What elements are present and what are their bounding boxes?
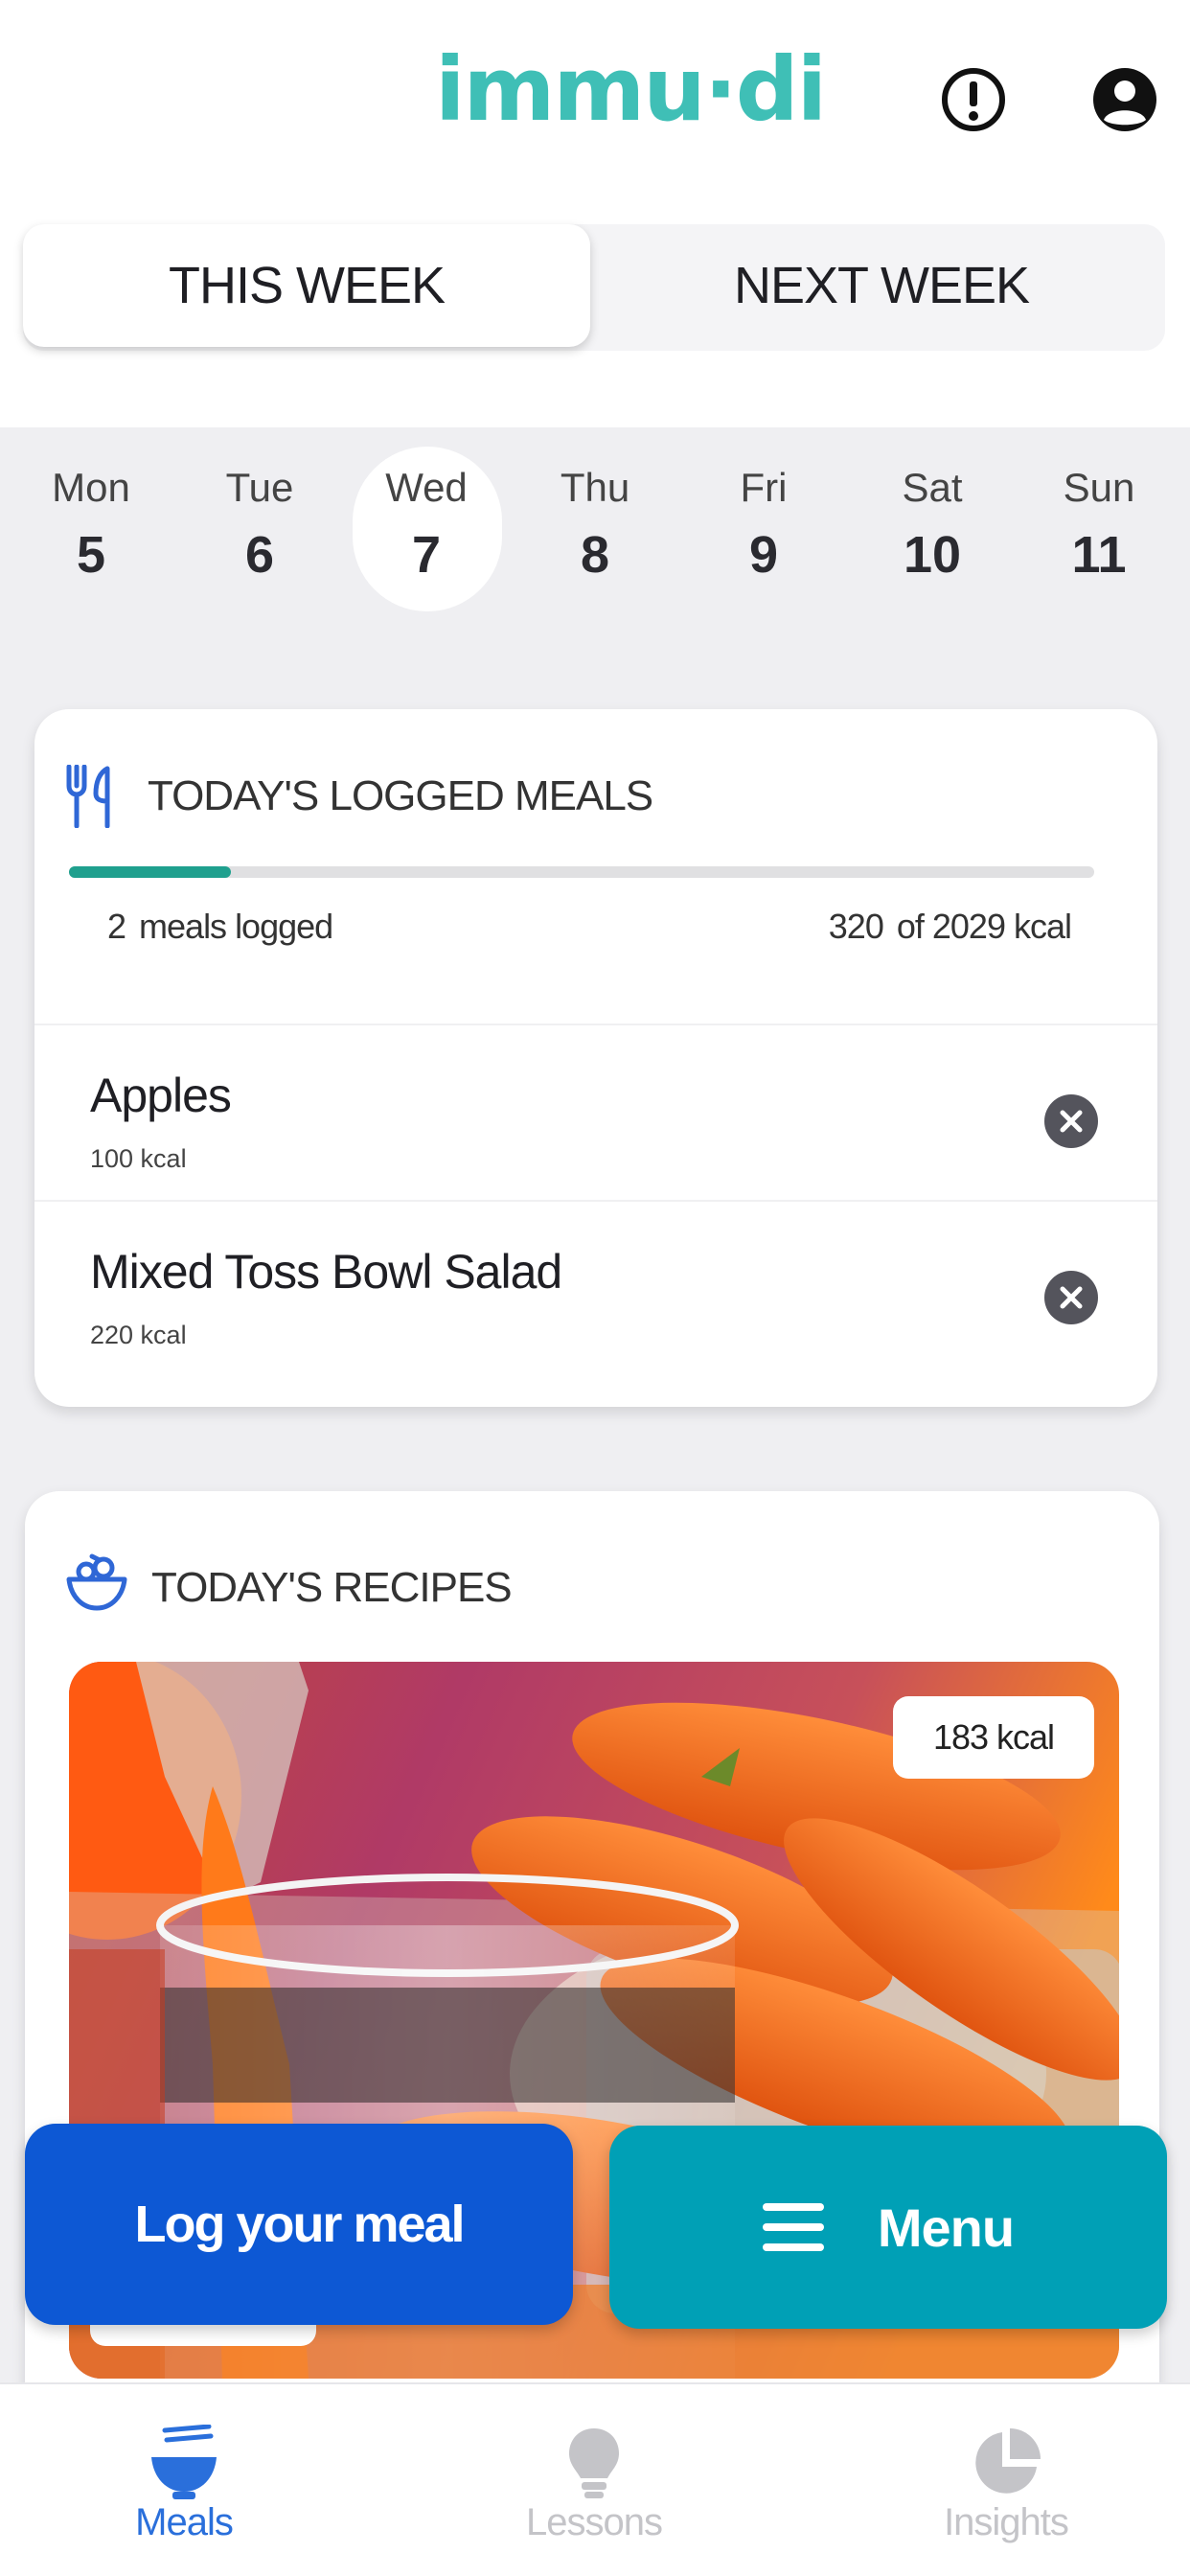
day-sun[interactable]: Sun 11 [1027, 465, 1171, 584]
list-item[interactable]: Mixed Toss Bowl Salad 220 kcal [34, 1200, 1157, 1376]
meals-count-text: 2 meals logged [107, 907, 333, 947]
nav-item-meals[interactable]: Meals [40, 2384, 328, 2576]
day-sat[interactable]: Sat 10 [860, 465, 1004, 584]
kcal-summary-text: 320 of 2029 kcal [828, 907, 1072, 947]
nav-label-insights: Insights [944, 2501, 1069, 2543]
bowl-icon [151, 2425, 217, 2499]
app-header: immu·di [0, 0, 1190, 201]
week-toggle: THIS WEEK NEXT WEEK [23, 224, 1165, 351]
day-thu[interactable]: Thu 8 [523, 465, 667, 584]
menu-button[interactable]: Menu [609, 2126, 1167, 2329]
day-number: 7 [411, 526, 442, 584]
day-tue[interactable]: Tue 6 [188, 465, 332, 584]
day-name: Mon [52, 465, 130, 510]
close-icon [1060, 1286, 1083, 1309]
day-wed[interactable]: Wed 7 [355, 465, 498, 584]
tab-next-week[interactable]: NEXT WEEK [598, 224, 1165, 347]
lightbulb-icon [569, 2428, 619, 2498]
kcal-badge: 183 kcal [893, 1696, 1094, 1779]
day-number: 10 [903, 526, 962, 584]
nav-label-meals: Meals [135, 2501, 234, 2543]
nav-label-lessons: Lessons [526, 2501, 663, 2543]
day-name: Sun [1063, 465, 1135, 510]
day-number: 9 [748, 526, 779, 584]
day-number: 11 [1071, 526, 1127, 584]
meal-kcal: 100 kcal [90, 1144, 187, 1173]
app-screen: immu·di THIS WEEK NEXT WEEK Mon 5 Tue 6 … [0, 0, 1190, 2576]
fork-knife-icon [66, 765, 110, 828]
app-logo: immu·di [435, 38, 827, 141]
meal-name: Mixed Toss Bowl Salad [90, 1245, 562, 1299]
menu-label: Menu [877, 2196, 1015, 2258]
day-selector: Mon 5 Tue 6 Wed 7 Thu 8 Fri 9 Sat 10 Sun… [0, 447, 1190, 619]
meal-kcal: 220 kcal [90, 1321, 187, 1349]
account-circle-icon [1093, 68, 1156, 131]
calorie-progress-bar [69, 866, 1094, 878]
day-mon[interactable]: Mon 5 [19, 465, 163, 584]
day-name: Thu [560, 465, 630, 510]
log-meal-label: Log your meal [134, 2196, 465, 2253]
day-name: Sat [902, 465, 963, 510]
remove-meal-button[interactable] [1044, 1271, 1098, 1324]
day-number: 6 [244, 526, 275, 584]
meals-count: 2 [107, 907, 126, 946]
alert-button[interactable] [937, 63, 1010, 136]
list-item[interactable]: Apples 100 kcal [34, 1024, 1157, 1200]
kcal-target: of 2029 kcal [896, 907, 1072, 946]
logged-meals-card: TODAY'S LOGGED MEALS 2 meals logged 320 of… [34, 709, 1157, 1407]
close-icon [1060, 1110, 1083, 1133]
tab-this-week[interactable]: THIS WEEK [23, 224, 590, 347]
day-fri[interactable]: Fri 9 [692, 465, 835, 584]
kcal-consumed: 320 [828, 907, 884, 946]
nav-item-insights[interactable]: Insights [862, 2384, 1150, 2576]
recipes-title: TODAY'S RECIPES [151, 1564, 513, 1611]
logged-meals-title: TODAY'S LOGGED MEALS [148, 772, 653, 819]
day-name: Wed [385, 465, 468, 510]
remove-meal-button[interactable] [1044, 1094, 1098, 1148]
alert-circle-icon [942, 68, 1005, 131]
pie-chart-icon [975, 2428, 1041, 2494]
bowl-icon [66, 1553, 127, 1611]
bottom-nav: Meals Lessons Insights [0, 2382, 1190, 2576]
meal-name: Apples [90, 1069, 232, 1122]
meals-label: meals logged [139, 907, 333, 946]
log-meal-button[interactable]: Log your meal [25, 2124, 573, 2325]
calorie-progress-fill [69, 866, 232, 878]
nav-item-lessons[interactable]: Lessons [450, 2384, 738, 2576]
day-number: 8 [580, 526, 610, 584]
day-name: Tue [225, 465, 294, 510]
hamburger-icon [762, 2203, 824, 2251]
day-number: 5 [76, 526, 106, 584]
profile-button[interactable] [1088, 63, 1161, 136]
day-name: Fri [740, 465, 788, 510]
